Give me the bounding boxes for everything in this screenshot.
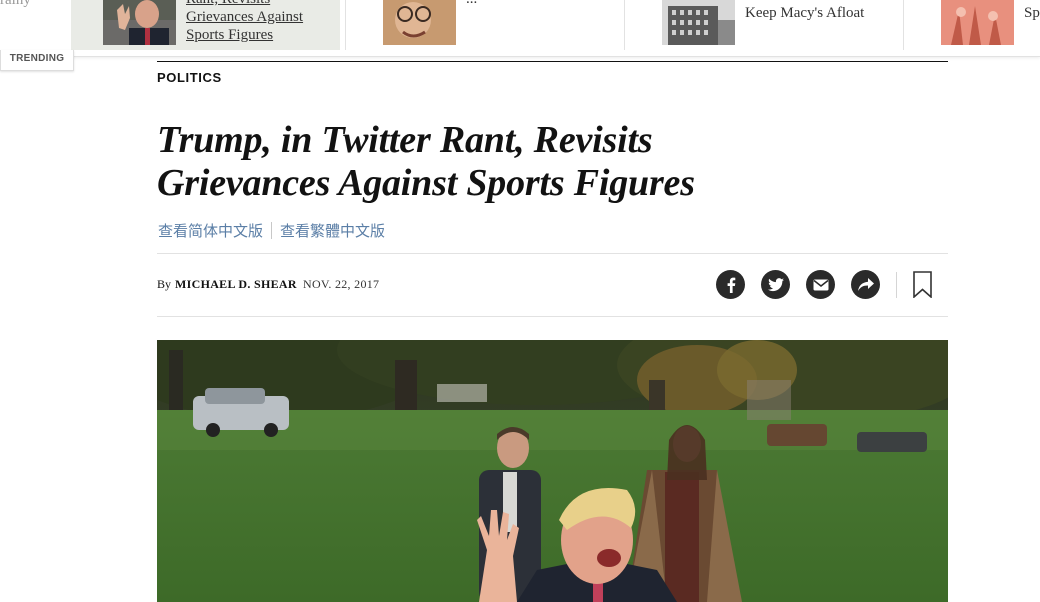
byline: By MICHAEL D. SHEAR: [157, 277, 297, 292]
bookmark-icon: [913, 271, 932, 299]
section-label[interactable]: POLITICS: [157, 70, 222, 85]
section-top-rule: [157, 61, 948, 62]
trending-divider: [345, 0, 346, 50]
simplified-chinese-link[interactable]: 查看简体中文版: [158, 220, 263, 241]
share-icon: [857, 277, 874, 291]
byline-rule: [157, 316, 948, 317]
trending-divider: [624, 0, 625, 50]
trending-title-1: Rant, Revisits Grievances Against Sports…: [186, 0, 304, 43]
trending-label[interactable]: TRENDING: [0, 50, 74, 71]
facebook-share-button[interactable]: [716, 270, 745, 299]
lead-photo-illustration: [157, 340, 948, 602]
trending-thumb-4: [941, 0, 1014, 45]
email-icon: [813, 279, 828, 290]
trending-edge-text: rainy: [0, 0, 31, 8]
article-headline: Trump, in Twitter Rant, Revisits Grievan…: [157, 119, 695, 204]
translation-links: 查看简体中文版 查看繁體中文版: [158, 220, 385, 241]
twitter-share-button[interactable]: [761, 270, 790, 299]
trending-item-1[interactable]: Rant, Revisits Grievances Against Sports…: [71, 0, 340, 50]
trending-title-3: Keep Macy's Afloat: [745, 5, 865, 21]
byline-prefix: By: [157, 277, 172, 291]
trending-item-2[interactable]: ...: [383, 0, 623, 50]
author-link[interactable]: MICHAEL D. SHEAR: [175, 277, 297, 291]
trending-thumb-2: [383, 0, 456, 45]
twitter-icon: [767, 277, 784, 291]
trending-item-4[interactable]: Sp: [941, 0, 1040, 50]
header-rule: [157, 253, 948, 254]
more-share-button[interactable]: [851, 270, 880, 299]
translation-divider: [271, 222, 273, 239]
trending-title-2: ...: [466, 0, 477, 8]
toolbar-divider: [896, 272, 897, 298]
publish-date: NOV. 22, 2017: [303, 277, 380, 291]
trending-strip: rainy Rant, Revisits Grievances Against …: [0, 0, 1040, 57]
trending-title-4: Sp: [1024, 5, 1040, 21]
facebook-icon: [727, 277, 735, 293]
email-share-button[interactable]: [806, 270, 835, 299]
trending-item-3[interactable]: Keep Macy's Afloat: [662, 0, 902, 50]
lead-photo: [157, 340, 948, 602]
trending-divider: [903, 0, 904, 50]
save-article-button[interactable]: [913, 271, 932, 303]
trending-thumb-3: [662, 0, 735, 45]
trending-thumb-1: [103, 0, 176, 45]
traditional-chinese-link[interactable]: 查看繁體中文版: [280, 220, 385, 241]
